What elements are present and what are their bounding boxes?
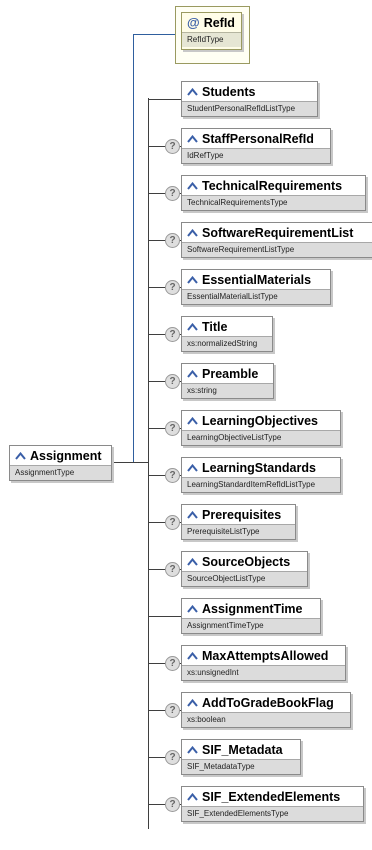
attribute-name: RefId: [203, 15, 235, 30]
element-icon: [187, 792, 198, 801]
root-element-assignment[interactable]: Assignment AssignmentType: [9, 445, 112, 481]
child-name: AddToGradeBookFlag: [202, 695, 334, 710]
child-name: Preamble: [202, 366, 259, 381]
child-type: IdRefType: [182, 148, 330, 163]
question-mark-icon: ?: [165, 139, 180, 154]
child-type: PrerequisiteListType: [182, 524, 295, 539]
element-icon: [15, 451, 26, 460]
element-icon: [187, 651, 198, 660]
child-element-sourceobjects[interactable]: SourceObjects SourceObjectListType: [181, 551, 308, 587]
root-connector: [112, 462, 148, 463]
element-icon: [187, 369, 198, 378]
element-icon: [187, 745, 198, 754]
element-icon: [187, 87, 198, 96]
child-type: LearningObjectiveListType: [182, 430, 340, 445]
child-name: Students: [202, 84, 256, 99]
question-mark-icon: ?: [165, 703, 180, 718]
child-type: StudentPersonalRefIdListType: [182, 101, 317, 116]
child-name: SourceObjects: [202, 554, 291, 569]
child-element-staffpersonalrefid[interactable]: StaffPersonalRefId IdRefType: [181, 128, 331, 164]
question-mark-icon: ?: [165, 562, 180, 577]
child-connector: [148, 616, 181, 617]
question-mark-icon: ?: [165, 233, 180, 248]
children-trunk: [148, 98, 149, 829]
child-type: SourceObjectListType: [182, 571, 307, 586]
question-mark-icon: ?: [165, 656, 180, 671]
element-icon: [187, 275, 198, 284]
child-name: EssentialMaterials: [202, 272, 312, 287]
attribute-refid[interactable]: @ RefId RefIdType: [181, 12, 242, 50]
child-element-preamble[interactable]: Preamble xs:string: [181, 363, 274, 399]
child-name: LearningStandards: [202, 460, 316, 475]
child-name: AssignmentTime: [202, 601, 303, 616]
child-name: Prerequisites: [202, 507, 282, 522]
child-name: SoftwareRequirementList: [202, 225, 354, 240]
element-icon: [187, 463, 198, 472]
child-name: SIF_Metadata: [202, 742, 283, 757]
child-name: Title: [202, 319, 228, 334]
question-mark-icon: ?: [165, 374, 180, 389]
child-name: SIF_ExtendedElements: [202, 789, 341, 804]
element-icon: [187, 698, 198, 707]
attribute-trunk: [133, 34, 134, 462]
child-name: LearningObjectives: [202, 413, 319, 428]
child-type: xs:unsignedInt: [182, 665, 345, 680]
attribute-at-icon: @: [187, 15, 200, 30]
child-name: MaxAttemptsAllowed: [202, 648, 329, 663]
root-name: Assignment: [30, 448, 102, 463]
child-element-maxattemptsallowed[interactable]: MaxAttemptsAllowed xs:unsignedInt: [181, 645, 346, 681]
child-name: TechnicalRequirements: [202, 178, 343, 193]
question-mark-icon: ?: [165, 515, 180, 530]
element-icon: [187, 604, 198, 613]
child-element-essentialmaterials[interactable]: EssentialMaterials EssentialMaterialListT…: [181, 269, 331, 305]
child-element-prerequisites[interactable]: Prerequisites PrerequisiteListType: [181, 504, 296, 540]
child-element-learningstandards[interactable]: LearningStandards LearningStandardItemRef…: [181, 457, 341, 493]
question-mark-icon: ?: [165, 797, 180, 812]
element-icon: [187, 416, 198, 425]
child-element-learningobjectives[interactable]: LearningObjectives LearningObjectiveListT…: [181, 410, 341, 446]
child-type: SIF_ExtendedElementsType: [182, 806, 363, 821]
child-element-title[interactable]: Title xs:normalizedString: [181, 316, 273, 352]
child-type: xs:normalizedString: [182, 336, 272, 351]
child-name: StaffPersonalRefId: [202, 131, 314, 146]
element-icon: [187, 510, 198, 519]
question-mark-icon: ?: [165, 280, 180, 295]
attribute-type: RefIdType: [182, 32, 241, 47]
question-mark-icon: ?: [165, 750, 180, 765]
element-icon: [187, 181, 198, 190]
child-element-sif-extendedelements[interactable]: SIF_ExtendedElements SIF_ExtendedElements…: [181, 786, 364, 822]
child-type: LearningStandardItemRefIdListType: [182, 477, 340, 492]
question-mark-icon: ?: [165, 186, 180, 201]
child-element-students[interactable]: Students StudentPersonalRefIdListType: [181, 81, 318, 117]
element-icon: [187, 557, 198, 566]
question-mark-icon: ?: [165, 421, 180, 436]
child-type: TechnicalRequirementsType: [182, 195, 365, 210]
question-mark-icon: ?: [165, 468, 180, 483]
child-element-sif-metadata[interactable]: SIF_Metadata SIF_MetadataType: [181, 739, 301, 775]
child-element-technicalrequirements[interactable]: TechnicalRequirements TechnicalRequiremen…: [181, 175, 366, 211]
child-connector: [148, 99, 181, 100]
attribute-branch: [133, 34, 175, 35]
child-type: xs:boolean: [182, 712, 350, 727]
child-element-assignmenttime[interactable]: AssignmentTime AssignmentTimeType: [181, 598, 321, 634]
child-type: SIF_MetadataType: [182, 759, 300, 774]
child-type: EssentialMaterialListType: [182, 289, 330, 304]
child-type: SoftwareRequirementListType: [182, 242, 372, 257]
question-mark-icon: ?: [165, 327, 180, 342]
child-element-addtogradebookflag[interactable]: AddToGradeBookFlag xs:boolean: [181, 692, 351, 728]
element-icon: [187, 322, 198, 331]
element-icon: [187, 134, 198, 143]
child-type: xs:string: [182, 383, 273, 398]
element-icon: [187, 228, 198, 237]
child-element-softwarerequirementlist[interactable]: SoftwareRequirementList SoftwareRequireme…: [181, 222, 372, 258]
root-type: AssignmentType: [10, 465, 111, 480]
child-type: AssignmentTimeType: [182, 618, 320, 633]
